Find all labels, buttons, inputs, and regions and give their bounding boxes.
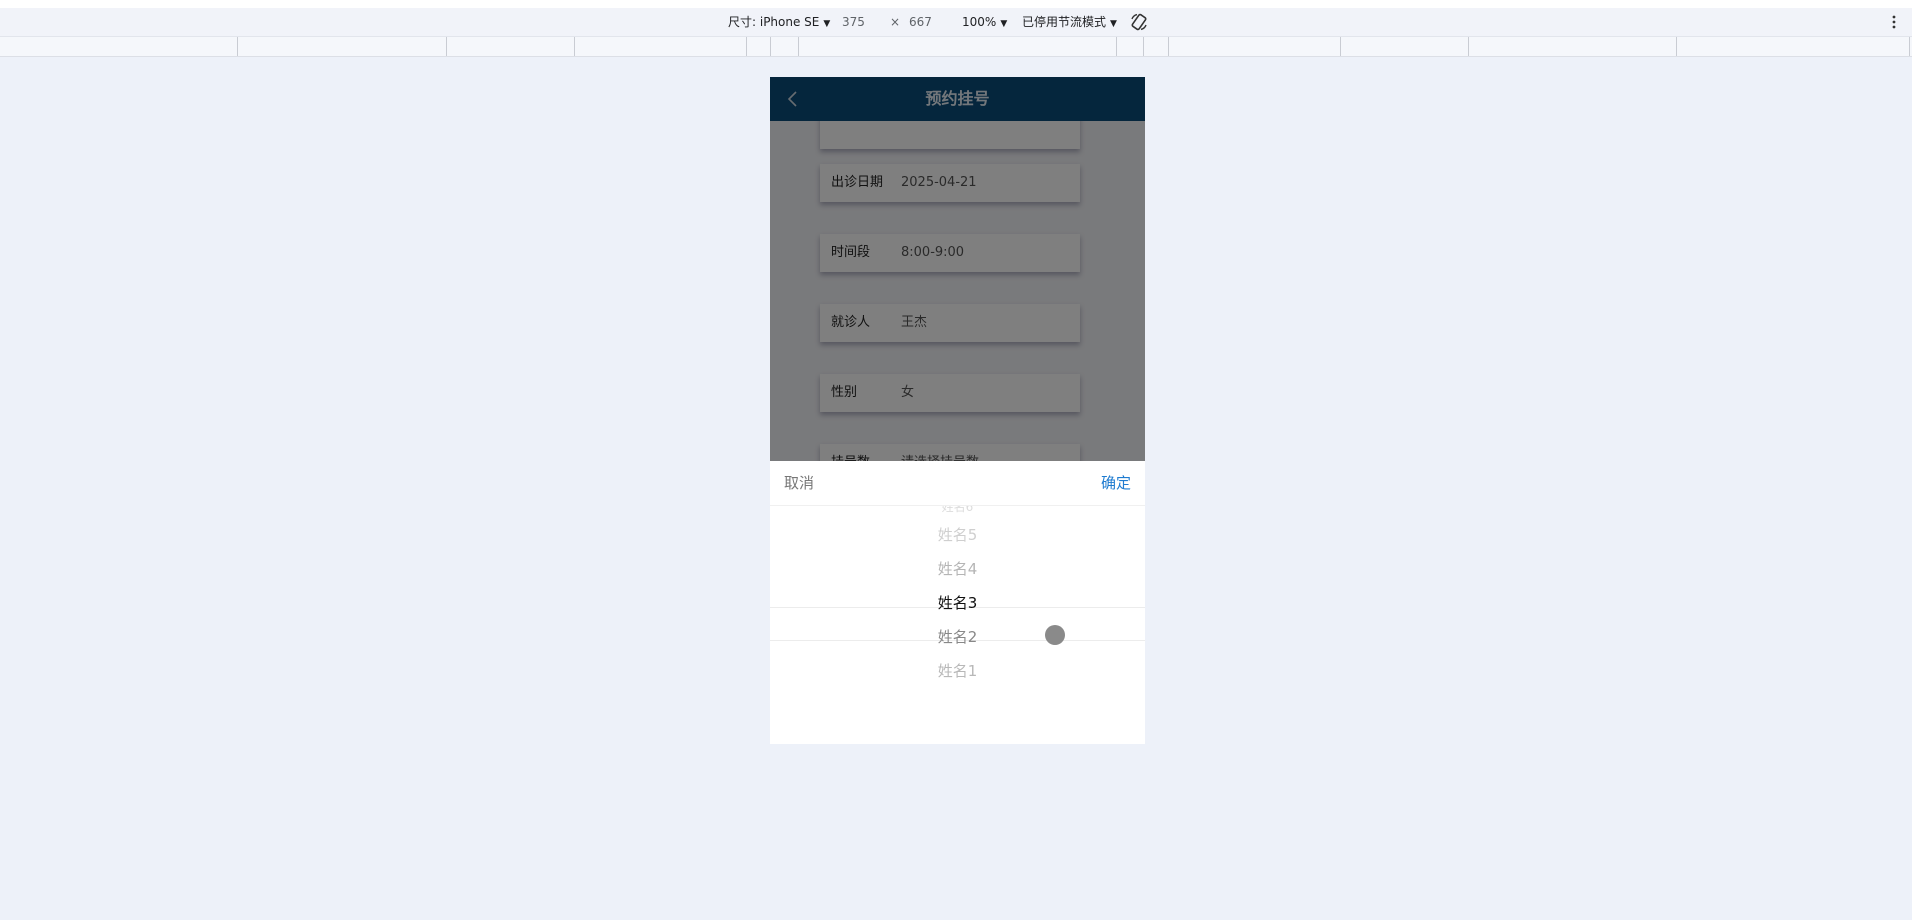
ruler-tick bbox=[770, 37, 771, 56]
picker-toolbar: 取消 确定 bbox=[770, 461, 1145, 506]
picker-option[interactable]: 姓名1 bbox=[770, 654, 1145, 688]
picker-option-selected[interactable]: 姓名3 bbox=[770, 586, 1145, 620]
rotate-icon[interactable] bbox=[1130, 13, 1148, 31]
device-toolbar: 尺寸: iPhone SE ▼ 375 × 667 100% ▼ 已停用节流模式 ▼ bbox=[0, 8, 1912, 37]
times-sign: × bbox=[890, 15, 901, 29]
picker-option[interactable]: 姓名5 bbox=[770, 518, 1145, 552]
more-vert-icon[interactable] bbox=[1890, 12, 1898, 32]
ruler-tick bbox=[746, 37, 747, 56]
picker-option[interactable]: 姓名2 bbox=[770, 620, 1145, 654]
confirm-button[interactable]: 确定 bbox=[1101, 461, 1131, 505]
width-input[interactable]: 375 bbox=[842, 8, 865, 36]
ruler-tick bbox=[1168, 37, 1169, 56]
picker-column[interactable]: 姓名6 姓名5 姓名4 姓名3 姓名2 姓名1 bbox=[770, 506, 1145, 744]
chevron-down-icon: ▼ bbox=[1110, 19, 1117, 29]
picker-option[interactable]: 姓名4 bbox=[770, 552, 1145, 586]
throttle-select[interactable]: 已停用节流模式 ▼ bbox=[1022, 8, 1117, 36]
zoom-label: 100% bbox=[962, 15, 997, 29]
ruler-tick bbox=[446, 37, 447, 56]
chevron-down-icon: ▼ bbox=[823, 19, 831, 29]
browser-top-strip bbox=[0, 0, 1912, 8]
ruler-tick bbox=[1340, 37, 1341, 56]
chevron-down-icon: ▼ bbox=[1000, 19, 1008, 29]
patient-picker: 取消 确定 姓名6 姓名5 姓名4 姓名3 姓名2 姓名1 bbox=[770, 461, 1145, 744]
height-input[interactable]: 667 bbox=[909, 8, 932, 36]
device-viewport: 出诊日期 2025-04-21 时间段 8:00-9:00 就诊人 王杰 性别 … bbox=[770, 77, 1145, 744]
ruler-tick bbox=[574, 37, 575, 56]
ruler-tick bbox=[1143, 37, 1144, 56]
ruler-tick bbox=[1909, 37, 1910, 56]
ruler-tick bbox=[1468, 37, 1469, 56]
device-label: 尺寸: iPhone SE bbox=[728, 15, 820, 29]
throttle-label: 已停用节流模式 bbox=[1022, 15, 1107, 29]
ruler-tick bbox=[237, 37, 238, 56]
zoom-select[interactable]: 100% ▼ bbox=[962, 8, 1007, 36]
ruler-tick bbox=[798, 37, 799, 56]
ruler-tick bbox=[1116, 37, 1117, 56]
media-query-ruler[interactable] bbox=[0, 37, 1912, 57]
ruler-tick bbox=[1676, 37, 1677, 56]
device-select[interactable]: 尺寸: iPhone SE ▼ bbox=[728, 8, 830, 36]
touch-cursor bbox=[1045, 625, 1065, 645]
cancel-button[interactable]: 取消 bbox=[784, 461, 814, 505]
